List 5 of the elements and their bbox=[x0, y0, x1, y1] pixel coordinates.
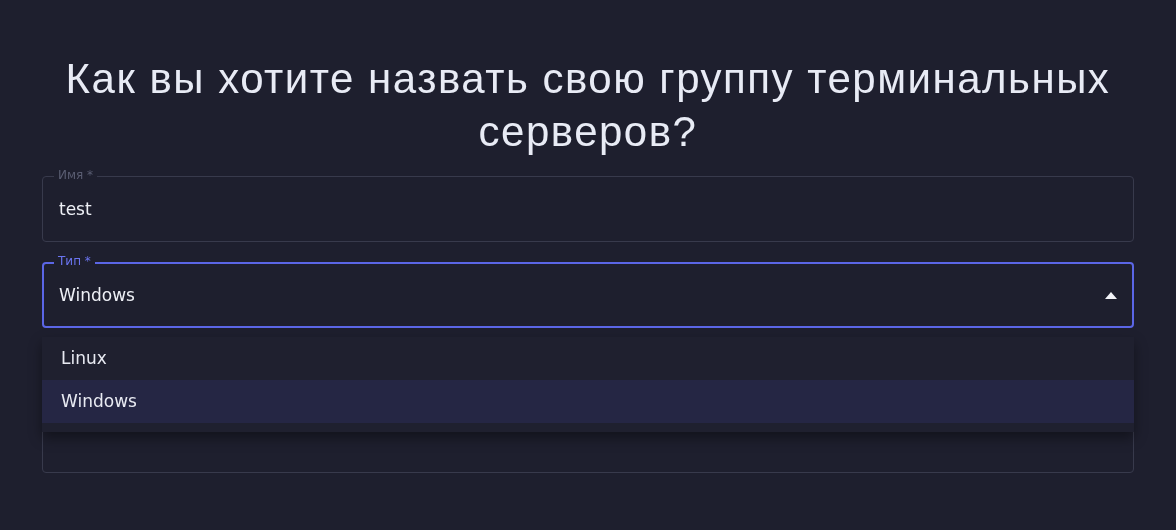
field-label: Имя * bbox=[54, 168, 98, 182]
menu-option[interactable]: Windows bbox=[42, 380, 1134, 423]
page-title: Как вы хотите назвать свою группу терминальных серверов? bbox=[64, 54, 1112, 157]
field-label: Тип * bbox=[54, 254, 95, 268]
menu-option[interactable]: Linux bbox=[42, 337, 1134, 380]
